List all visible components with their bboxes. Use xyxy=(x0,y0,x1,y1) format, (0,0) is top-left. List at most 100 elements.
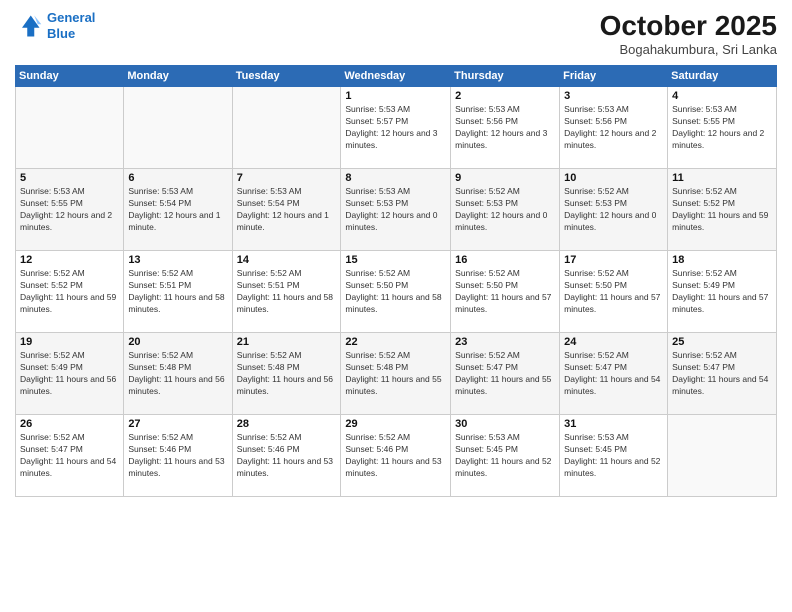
calendar-cell: 7 Sunrise: 5:53 AM Sunset: 5:54 PM Daylig… xyxy=(232,169,341,251)
calendar-cell: 8 Sunrise: 5:53 AM Sunset: 5:53 PM Daylig… xyxy=(341,169,451,251)
weekday-header-tuesday: Tuesday xyxy=(232,66,341,87)
day-info: Sunrise: 5:53 AM Sunset: 5:56 PM Dayligh… xyxy=(455,104,555,152)
weekday-header-sunday: Sunday xyxy=(16,66,124,87)
day-number: 24 xyxy=(564,336,663,348)
location: Bogahakumbura, Sri Lanka xyxy=(600,42,777,57)
day-info: Sunrise: 5:52 AM Sunset: 5:49 PM Dayligh… xyxy=(20,350,119,398)
calendar-cell: 18 Sunrise: 5:52 AM Sunset: 5:49 PM Dayli… xyxy=(668,251,777,333)
day-info: Sunrise: 5:52 AM Sunset: 5:47 PM Dayligh… xyxy=(564,350,663,398)
calendar-cell: 15 Sunrise: 5:52 AM Sunset: 5:50 PM Dayli… xyxy=(341,251,451,333)
day-info: Sunrise: 5:52 AM Sunset: 5:50 PM Dayligh… xyxy=(564,268,663,316)
logo-icon xyxy=(15,12,43,40)
calendar-cell: 21 Sunrise: 5:52 AM Sunset: 5:48 PM Dayli… xyxy=(232,333,341,415)
day-info: Sunrise: 5:52 AM Sunset: 5:47 PM Dayligh… xyxy=(455,350,555,398)
day-info: Sunrise: 5:53 AM Sunset: 5:54 PM Dayligh… xyxy=(128,186,227,234)
day-number: 26 xyxy=(20,418,119,430)
title-block: October 2025 Bogahakumbura, Sri Lanka xyxy=(600,10,777,57)
day-info: Sunrise: 5:52 AM Sunset: 5:47 PM Dayligh… xyxy=(20,432,119,480)
day-info: Sunrise: 5:52 AM Sunset: 5:48 PM Dayligh… xyxy=(345,350,446,398)
calendar-cell: 22 Sunrise: 5:52 AM Sunset: 5:48 PM Dayli… xyxy=(341,333,451,415)
calendar-cell: 16Sunrise: 5:52 AM Sunset: 5:50 PM Dayli… xyxy=(451,251,560,333)
calendar-cell: 31Sunrise: 5:53 AM Sunset: 5:45 PM Dayli… xyxy=(560,415,668,497)
day-info: Sunrise: 5:52 AM Sunset: 5:48 PM Dayligh… xyxy=(237,350,337,398)
week-row-4: 19Sunrise: 5:52 AM Sunset: 5:49 PM Dayli… xyxy=(16,333,777,415)
logo: General Blue xyxy=(15,10,95,41)
calendar-cell xyxy=(668,415,777,497)
day-info: Sunrise: 5:52 AM Sunset: 5:52 PM Dayligh… xyxy=(672,186,772,234)
day-number: 20 xyxy=(128,336,227,348)
day-info: Sunrise: 5:52 AM Sunset: 5:50 PM Dayligh… xyxy=(345,268,446,316)
calendar-cell: 13Sunrise: 5:52 AM Sunset: 5:51 PM Dayli… xyxy=(124,251,232,333)
day-number: 6 xyxy=(128,172,227,184)
day-number: 10 xyxy=(564,172,663,184)
header: General Blue October 2025 Bogahakumbura,… xyxy=(15,10,777,57)
week-row-5: 26 Sunrise: 5:52 AM Sunset: 5:47 PM Dayli… xyxy=(16,415,777,497)
week-row-3: 12 Sunrise: 5:52 AM Sunset: 5:52 PM Dayli… xyxy=(16,251,777,333)
weekday-header-wednesday: Wednesday xyxy=(341,66,451,87)
day-number: 11 xyxy=(672,172,772,184)
day-info: Sunrise: 5:53 AM Sunset: 5:57 PM Dayligh… xyxy=(345,104,446,152)
day-info: Sunrise: 5:53 AM Sunset: 5:54 PM Dayligh… xyxy=(237,186,337,234)
calendar-cell: 24 Sunrise: 5:52 AM Sunset: 5:47 PM Dayli… xyxy=(560,333,668,415)
day-info: Sunrise: 5:52 AM Sunset: 5:51 PM Dayligh… xyxy=(237,268,337,316)
calendar-cell: 4Sunrise: 5:53 AM Sunset: 5:55 PM Daylig… xyxy=(668,87,777,169)
day-info: Sunrise: 5:53 AM Sunset: 5:45 PM Dayligh… xyxy=(455,432,555,480)
day-number: 23 xyxy=(455,336,555,348)
calendar-cell: 1Sunrise: 5:53 AM Sunset: 5:57 PM Daylig… xyxy=(341,87,451,169)
day-info: Sunrise: 5:53 AM Sunset: 5:45 PM Dayligh… xyxy=(564,432,663,480)
calendar-cell: 5 Sunrise: 5:53 AM Sunset: 5:55 PM Daylig… xyxy=(16,169,124,251)
calendar-cell: 6 Sunrise: 5:53 AM Sunset: 5:54 PM Daylig… xyxy=(124,169,232,251)
calendar-cell xyxy=(16,87,124,169)
calendar-cell: 19Sunrise: 5:52 AM Sunset: 5:49 PM Dayli… xyxy=(16,333,124,415)
calendar-cell: 11 Sunrise: 5:52 AM Sunset: 5:52 PM Dayli… xyxy=(668,169,777,251)
week-row-1: 1Sunrise: 5:53 AM Sunset: 5:57 PM Daylig… xyxy=(16,87,777,169)
calendar-cell: 10 Sunrise: 5:52 AM Sunset: 5:53 PM Dayli… xyxy=(560,169,668,251)
day-info: Sunrise: 5:52 AM Sunset: 5:49 PM Dayligh… xyxy=(672,268,772,316)
calendar-cell: 3Sunrise: 5:53 AM Sunset: 5:56 PM Daylig… xyxy=(560,87,668,169)
calendar-cell: 20 Sunrise: 5:52 AM Sunset: 5:48 PM Dayli… xyxy=(124,333,232,415)
day-number: 25 xyxy=(672,336,772,348)
calendar-cell xyxy=(232,87,341,169)
day-number: 8 xyxy=(345,172,446,184)
page: General Blue October 2025 Bogahakumbura,… xyxy=(0,0,792,612)
day-number: 14 xyxy=(237,254,337,266)
day-number: 12 xyxy=(20,254,119,266)
day-number: 2 xyxy=(455,90,555,102)
day-number: 27 xyxy=(128,418,227,430)
day-info: Sunrise: 5:53 AM Sunset: 5:55 PM Dayligh… xyxy=(20,186,119,234)
day-info: Sunrise: 5:52 AM Sunset: 5:46 PM Dayligh… xyxy=(128,432,227,480)
day-info: Sunrise: 5:52 AM Sunset: 5:48 PM Dayligh… xyxy=(128,350,227,398)
day-info: Sunrise: 5:52 AM Sunset: 5:53 PM Dayligh… xyxy=(564,186,663,234)
day-number: 22 xyxy=(345,336,446,348)
calendar-cell: 29 Sunrise: 5:52 AM Sunset: 5:46 PM Dayli… xyxy=(341,415,451,497)
day-info: Sunrise: 5:52 AM Sunset: 5:52 PM Dayligh… xyxy=(20,268,119,316)
calendar-cell: 28Sunrise: 5:52 AM Sunset: 5:46 PM Dayli… xyxy=(232,415,341,497)
day-number: 17 xyxy=(564,254,663,266)
day-number: 7 xyxy=(237,172,337,184)
calendar-cell: 9Sunrise: 5:52 AM Sunset: 5:53 PM Daylig… xyxy=(451,169,560,251)
day-number: 18 xyxy=(672,254,772,266)
calendar-cell: 26 Sunrise: 5:52 AM Sunset: 5:47 PM Dayli… xyxy=(16,415,124,497)
day-number: 16 xyxy=(455,254,555,266)
day-number: 30 xyxy=(455,418,555,430)
day-number: 29 xyxy=(345,418,446,430)
weekday-header-saturday: Saturday xyxy=(668,66,777,87)
day-info: Sunrise: 5:52 AM Sunset: 5:53 PM Dayligh… xyxy=(455,186,555,234)
day-number: 5 xyxy=(20,172,119,184)
month-title: October 2025 xyxy=(600,10,777,42)
week-row-2: 5 Sunrise: 5:53 AM Sunset: 5:55 PM Daylig… xyxy=(16,169,777,251)
calendar-cell xyxy=(124,87,232,169)
day-info: Sunrise: 5:53 AM Sunset: 5:53 PM Dayligh… xyxy=(345,186,446,234)
calendar-cell: 27 Sunrise: 5:52 AM Sunset: 5:46 PM Dayli… xyxy=(124,415,232,497)
day-info: Sunrise: 5:53 AM Sunset: 5:56 PM Dayligh… xyxy=(564,104,663,152)
day-info: Sunrise: 5:52 AM Sunset: 5:47 PM Dayligh… xyxy=(672,350,772,398)
weekday-header-row: SundayMondayTuesdayWednesdayThursdayFrid… xyxy=(16,66,777,87)
calendar-cell: 14 Sunrise: 5:52 AM Sunset: 5:51 PM Dayli… xyxy=(232,251,341,333)
day-number: 4 xyxy=(672,90,772,102)
day-number: 15 xyxy=(345,254,446,266)
weekday-header-monday: Monday xyxy=(124,66,232,87)
calendar-cell: 23 Sunrise: 5:52 AM Sunset: 5:47 PM Dayli… xyxy=(451,333,560,415)
logo-text: General Blue xyxy=(47,10,95,41)
day-number: 21 xyxy=(237,336,337,348)
day-info: Sunrise: 5:52 AM Sunset: 5:46 PM Dayligh… xyxy=(345,432,446,480)
